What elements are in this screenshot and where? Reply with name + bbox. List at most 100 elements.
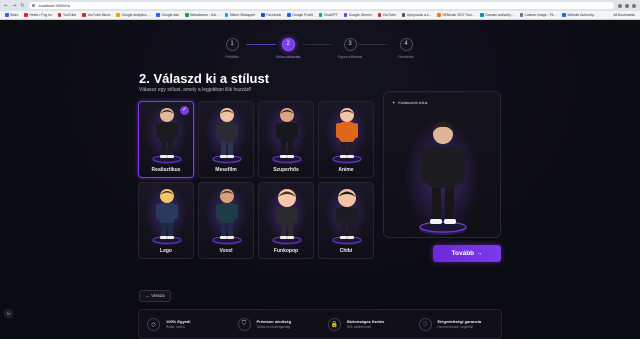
bookmark-item[interactable]: Hetek • Fog hu	[24, 13, 52, 17]
bookmark-favicon-icon	[562, 13, 566, 17]
preview-title: Kiválasztott stílus	[398, 100, 428, 105]
bookmark-item[interactable]: Google Analytics ...	[116, 13, 150, 17]
extension-icon[interactable]	[625, 3, 629, 8]
style-card-mesefilm[interactable]: Mesefilm	[198, 101, 254, 178]
corner-badge[interactable]: N	[4, 309, 13, 318]
step-number: 3	[343, 38, 357, 51]
figure-image	[272, 189, 302, 245]
forward-nav-icon[interactable]: →	[12, 3, 16, 9]
bookmark-favicon-icon	[185, 13, 189, 17]
figure-image	[152, 108, 182, 164]
bookmark-label: YouTube Music	[87, 13, 111, 17]
bookmark-item[interactable]: Sidex	[5, 13, 18, 17]
bookmark-label: Sidex	[10, 13, 19, 17]
bookmark-item[interactable]: YouTube	[57, 13, 76, 17]
bookmark-item[interactable]: Upsprovas a s...	[401, 13, 432, 17]
feature-title: Prémium minőség	[256, 318, 292, 324]
bookmark-item[interactable]: Domain authority...	[480, 13, 514, 17]
sparkle-icon: ✦	[392, 101, 396, 105]
back-nav-icon[interactable]: ←	[4, 3, 8, 9]
bookmark-item[interactable]: Google Profilt	[287, 13, 313, 17]
all-bookmarks[interactable]: All Bookmarks	[613, 13, 635, 17]
bookmark-item[interactable]: Custom Image - Fit...	[519, 13, 556, 17]
bookmark-label: Sitkert Sikkapper	[229, 13, 256, 17]
style-card-anime[interactable]: Anime	[318, 101, 374, 178]
bookmark-item[interactable]: Netsalesum - Kal...	[185, 13, 219, 17]
bookmark-favicon-icon	[519, 13, 524, 17]
style-card-voxel[interactable]: Voxel	[198, 182, 254, 259]
style-name: Chibi	[339, 248, 353, 254]
style-name: Mesefilm	[215, 167, 237, 173]
feature-title: Biztonságos fizetés	[347, 318, 385, 324]
check-icon: ✓	[180, 106, 189, 115]
browser-chrome: ← → ↻ localhost:3000/hu	[0, 0, 640, 11]
bookmark-favicon-icon	[24, 13, 28, 17]
arrow-right-icon: →	[475, 250, 483, 257]
bookmark-item[interactable]: Google Gemini	[343, 13, 372, 17]
style-card-lego[interactable]: Lego	[138, 182, 194, 259]
figure-image	[332, 189, 362, 245]
bookmark-item[interactable]: Website Authority...	[562, 13, 596, 17]
style-card-szuperhős[interactable]: Szuperhős	[258, 101, 314, 178]
feature-icon: ⛉	[237, 317, 251, 331]
bookmark-favicon-icon	[261, 13, 265, 17]
bookmark-favicon-icon	[82, 13, 86, 17]
step-label: Figura előnézet	[337, 55, 363, 59]
feature-icon: 🔒	[328, 317, 341, 331]
next-button[interactable]: Tovább →	[433, 245, 501, 262]
feature-icon: ♡	[418, 317, 432, 331]
extension-icon[interactable]	[618, 3, 622, 8]
step-number: 4	[399, 38, 413, 51]
bookmark-favicon-icon	[437, 13, 441, 17]
bookmark-item[interactable]: YouTube Music	[82, 13, 110, 17]
bookmark-favicon-icon	[116, 13, 120, 17]
bookmark-favicon-icon	[156, 13, 160, 17]
bookmark-favicon-icon	[480, 13, 484, 17]
bookmark-label: Google Ads	[161, 13, 179, 17]
style-card-chibi[interactable]: Chibi	[318, 182, 374, 259]
bookmark-item[interactable]: Google Ads	[156, 13, 179, 17]
bookmark-favicon-icon	[5, 13, 9, 17]
back-button[interactable]: ← Vissza	[139, 290, 171, 302]
page-subtitle: Válassz egy stílust, amely a legjobban i…	[139, 87, 252, 93]
style-name: Realisztikus	[151, 167, 181, 173]
step-3: 3 Figura előnézet	[330, 38, 370, 59]
back-label: Vissza	[151, 293, 165, 298]
bookmark-favicon-icon	[287, 13, 291, 17]
step-label: Stílus választás	[275, 55, 301, 59]
bookmark-label: Website Authority...	[567, 13, 597, 17]
bookmark-label: Domain authority...	[485, 13, 514, 17]
style-name: Lego	[160, 248, 172, 254]
bookmark-favicon-icon	[401, 13, 406, 17]
reload-icon[interactable]: ↻	[20, 3, 24, 9]
step-label: Feltöltés	[225, 55, 239, 59]
feature-subtitle: Rólad, neked	[166, 325, 185, 330]
bookmark-item[interactable]: YouTube	[377, 13, 396, 17]
bookmark-item[interactable]: Sitkert Sikkapper	[224, 13, 256, 17]
step-1: 1 Feltöltés	[212, 38, 252, 59]
address-bar[interactable]: localhost:3000/hu	[28, 2, 614, 9]
bookmark-favicon-icon	[57, 13, 62, 17]
stepper: 1 Feltöltés 2 Stílus választás 3 Figura …	[220, 38, 416, 66]
feature-item: ♡ Elégedettségi garancia Ha nem tetszik,…	[411, 310, 502, 338]
style-card-funkopop[interactable]: Funkopop	[258, 182, 314, 259]
bookmark-label: YouTube	[382, 13, 396, 17]
style-name: Funkopop	[273, 248, 299, 254]
style-name: Anime	[338, 167, 354, 173]
bookmark-item[interactable]: SEMrush SEO Tool...	[437, 13, 474, 17]
feature-subtitle: SSL védelemmel	[347, 325, 371, 330]
preview-figure-image	[419, 121, 467, 235]
profile-icon[interactable]	[632, 3, 636, 8]
bookmark-favicon-icon	[377, 13, 381, 17]
bookmark-item[interactable]: ChatGPT	[318, 13, 338, 17]
arrow-left-icon: ←	[145, 293, 150, 298]
feature-item: ⛉ Prémium minőség Tartós és részletgazda…	[230, 310, 321, 338]
bookmark-label: ChatGPT	[323, 13, 338, 17]
style-grid: Realisztikus ✓ Mesefilm Szuperhős Anime …	[138, 101, 374, 259]
preview-header: ✦ Kiválasztott stílus	[392, 100, 428, 106]
bookmark-item[interactable]: Facebook	[261, 13, 281, 17]
style-card-realisztikus[interactable]: Realisztikus ✓	[138, 101, 194, 178]
bookmark-label: Upsprovas a s...	[406, 13, 432, 17]
feature-subtitle: Tartós és részletgazdag	[256, 325, 291, 330]
feature-icon: ◇	[147, 317, 160, 331]
